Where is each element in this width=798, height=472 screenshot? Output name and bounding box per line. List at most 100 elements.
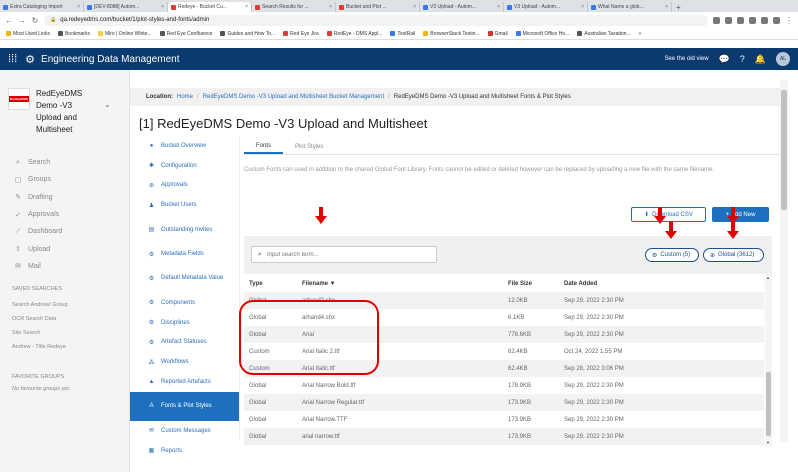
close-icon[interactable]: ×	[581, 4, 584, 10]
table-scroll-thumb[interactable]	[766, 372, 771, 436]
share-icon[interactable]	[713, 16, 720, 24]
bucket-nav-approvals[interactable]: ⊛ Approvals	[130, 176, 239, 196]
avatar[interactable]: AL	[776, 52, 790, 66]
project-selector[interactable]: RedEyeDMS RedEyeDMS Demo -V3 Upload and …	[8, 88, 111, 136]
tab-plot-styles[interactable]: Plot Styles	[283, 139, 335, 154]
bookmark-item[interactable]: Australian Taxation...	[577, 31, 631, 37]
profile-icon[interactable]	[773, 16, 780, 24]
bucket-nav-artefact-statuses[interactable]: ⚙ Artefact Statuses	[130, 333, 239, 353]
back-icon[interactable]: ←	[5, 16, 13, 25]
saved-search-item[interactable]: OCR Search Data	[12, 312, 68, 326]
browser-tab[interactable]: [DEV-8088] Autom... ×	[84, 2, 168, 12]
breadcrumb-home[interactable]: Home	[177, 94, 193, 100]
url-field[interactable]: 🔒 qa.redeyedms.com/bucket/1/plot-styles-…	[44, 14, 708, 26]
bookmark-item[interactable]: Microsoft Office Ho...	[515, 31, 569, 37]
tab-title: V3 Upload - Autom...	[430, 4, 477, 10]
browser-tab[interactable]: Extra Cataloging Import ×	[0, 2, 84, 12]
search-input[interactable]	[266, 251, 427, 258]
close-icon[interactable]: ×	[329, 4, 332, 10]
chat-icon[interactable]: 💬	[719, 54, 730, 65]
browser-tab[interactable]: What Name a glob... ×	[588, 2, 672, 12]
forward-icon[interactable]: →	[18, 16, 26, 25]
search-box[interactable]: ⌕	[251, 246, 437, 263]
table-row[interactable]: Global Arial Narrow Bold.ttf 178.9KB Sep 29…	[244, 377, 764, 394]
page-scroll-thumb[interactable]	[781, 90, 787, 210]
bucket-nav-reports[interactable]: ▦ Reports	[130, 441, 239, 461]
bucket-nav-bucket-users[interactable]: ♟ Bucket Users	[130, 195, 239, 215]
column-date-added[interactable]: Date Added	[564, 281, 714, 287]
sidebar-item-search[interactable]: ⌕ Search	[14, 154, 62, 171]
bookmark-item[interactable]: Miro | Online White...	[97, 31, 152, 37]
browser-tab[interactable]: Bucket and Plot ... ×	[336, 2, 420, 12]
global-filter-button[interactable]: ⊕ Global (3612)	[703, 248, 764, 262]
browser-menu-icon[interactable]: ⋮	[785, 16, 793, 25]
bookmark-item[interactable]: TestRail	[390, 31, 415, 37]
column-filename[interactable]: Filename ▼	[302, 281, 508, 287]
bucket-nav-metadata-fields[interactable]: ⚙ Metadata Fields	[130, 244, 239, 264]
extension-icon[interactable]	[737, 16, 744, 24]
bucket-nav-reported-artefacts[interactable]: ▲ Reported Artefacts	[130, 372, 239, 392]
bookmark-item[interactable]: Guides and How To...	[220, 31, 275, 37]
page-scrollbar[interactable]	[780, 80, 788, 442]
browser-tab[interactable]: Search Results for ... ×	[252, 2, 336, 12]
saved-search-item[interactable]: Andrew - Title Redeye	[12, 340, 68, 354]
bookmarks-more-icon[interactable]: »	[639, 31, 642, 37]
table-scrollbar[interactable]: ▲ ▼	[765, 274, 772, 446]
add-new-button[interactable]: + Add New	[712, 207, 769, 222]
scroll-down-icon[interactable]: ▼	[766, 440, 770, 445]
reload-icon[interactable]: ↻	[31, 16, 39, 25]
new-tab-button[interactable]: +	[672, 3, 685, 12]
chevron-down-icon[interactable]: ⌄	[104, 100, 111, 136]
bookmark-item[interactable]: Gmail	[487, 31, 508, 37]
table-row[interactable]: Global Arial Narrow Regular.ttf 173.9KB Sep…	[244, 394, 764, 411]
bookmark-item[interactable]: Bookmarks	[57, 31, 90, 37]
saved-search-item[interactable]: Site Search	[12, 326, 68, 340]
old-view-link[interactable]: See the old view	[665, 56, 709, 62]
table-row[interactable]: Global Arial Narrow.TTF 173.9KB Sep 29, 202…	[244, 411, 764, 428]
close-icon[interactable]: ×	[161, 4, 164, 10]
puzzle-icon[interactable]	[749, 16, 756, 24]
saved-search-item[interactable]: Search Andrew! Group	[12, 298, 68, 312]
bucket-nav-fonts-plot-styles[interactable]: A Fonts & Plot Styles	[130, 391, 239, 421]
bucket-nav-configuration[interactable]: ✱ Configuration	[130, 156, 239, 176]
sidebar-item-drafting[interactable]: ✎ Drafting	[14, 189, 62, 206]
scroll-up-icon[interactable]: ▲	[766, 275, 770, 280]
bookmark-item[interactable]: BrowserStack Testin...	[423, 31, 480, 37]
bucket-nav-components[interactable]: ⚙ Components	[130, 293, 239, 313]
sidebar-item-mail[interactable]: ✉ Mail	[14, 258, 62, 275]
notification-bell-icon[interactable]: 🔔	[755, 54, 766, 65]
close-icon[interactable]: ×	[497, 4, 500, 10]
download-csv-button[interactable]: ⬇ Download CSV	[631, 207, 706, 222]
browser-tab[interactable]: V3 Upload - Autom... ×	[420, 2, 504, 12]
sidebar-icon[interactable]	[761, 16, 768, 24]
sidebar-item-approvals[interactable]: ✓ Approvals	[14, 206, 62, 223]
bookmark-item[interactable]: RedEye - DMS Appl...	[326, 31, 382, 37]
sidebar-item-groups[interactable]: ▢ Groups	[14, 171, 62, 188]
bucket-nav-outstanding-invites[interactable]: ▤ Outstanding Invites	[130, 215, 239, 244]
bookmark-item[interactable]: Red Eye Jira	[283, 31, 319, 37]
bookmark-item[interactable]: Red Eye Confluence	[159, 31, 212, 37]
bucket-nav-disciplines[interactable]: ⚙ Disciplines	[130, 313, 239, 333]
column-file-size[interactable]: File Size	[508, 281, 564, 287]
close-icon[interactable]: ×	[77, 4, 80, 10]
bookmark-star-icon[interactable]	[725, 16, 732, 24]
table-row[interactable]: Global arial narrow.ttf 173.9KB Sep 29, 202…	[244, 428, 764, 445]
close-icon[interactable]: ×	[245, 4, 248, 10]
help-icon[interactable]: ?	[740, 54, 745, 64]
bucket-nav-default-metadata-value[interactable]: ⚙ Default Metadata Value	[130, 264, 239, 293]
bookmark-item[interactable]: Most Used Links	[6, 31, 50, 37]
tab-fonts[interactable]: Fonts	[244, 139, 284, 154]
app-grid-icon[interactable]: ⁞⁞⁞	[8, 53, 17, 65]
custom-filter-button[interactable]: ⚙ Custom (5)	[645, 248, 699, 262]
browser-tab[interactable]: V3 Upload - Autom... ×	[504, 2, 588, 12]
breadcrumb-bucket-management[interactable]: RedEyeDMS Demo -V3 Upload and Multisheet…	[203, 94, 384, 100]
sidebar-item-upload[interactable]: ⇪ Upload	[14, 240, 62, 257]
bucket-nav-workflows[interactable]: ⁂ Workflows	[130, 352, 239, 372]
column-type[interactable]: Type	[244, 281, 302, 287]
bucket-nav-bucket-overview[interactable]: ● Bucket Overview	[130, 136, 239, 156]
sidebar-item-dashboard[interactable]: ⟋ Dashboard	[14, 223, 63, 240]
close-icon[interactable]: ×	[413, 4, 416, 10]
close-icon[interactable]: ×	[665, 4, 668, 10]
browser-tab[interactable]: Redeye - Bucket Cu... ×	[168, 2, 252, 12]
bucket-nav-custom-messages[interactable]: ✉ Custom Messages	[130, 421, 239, 441]
